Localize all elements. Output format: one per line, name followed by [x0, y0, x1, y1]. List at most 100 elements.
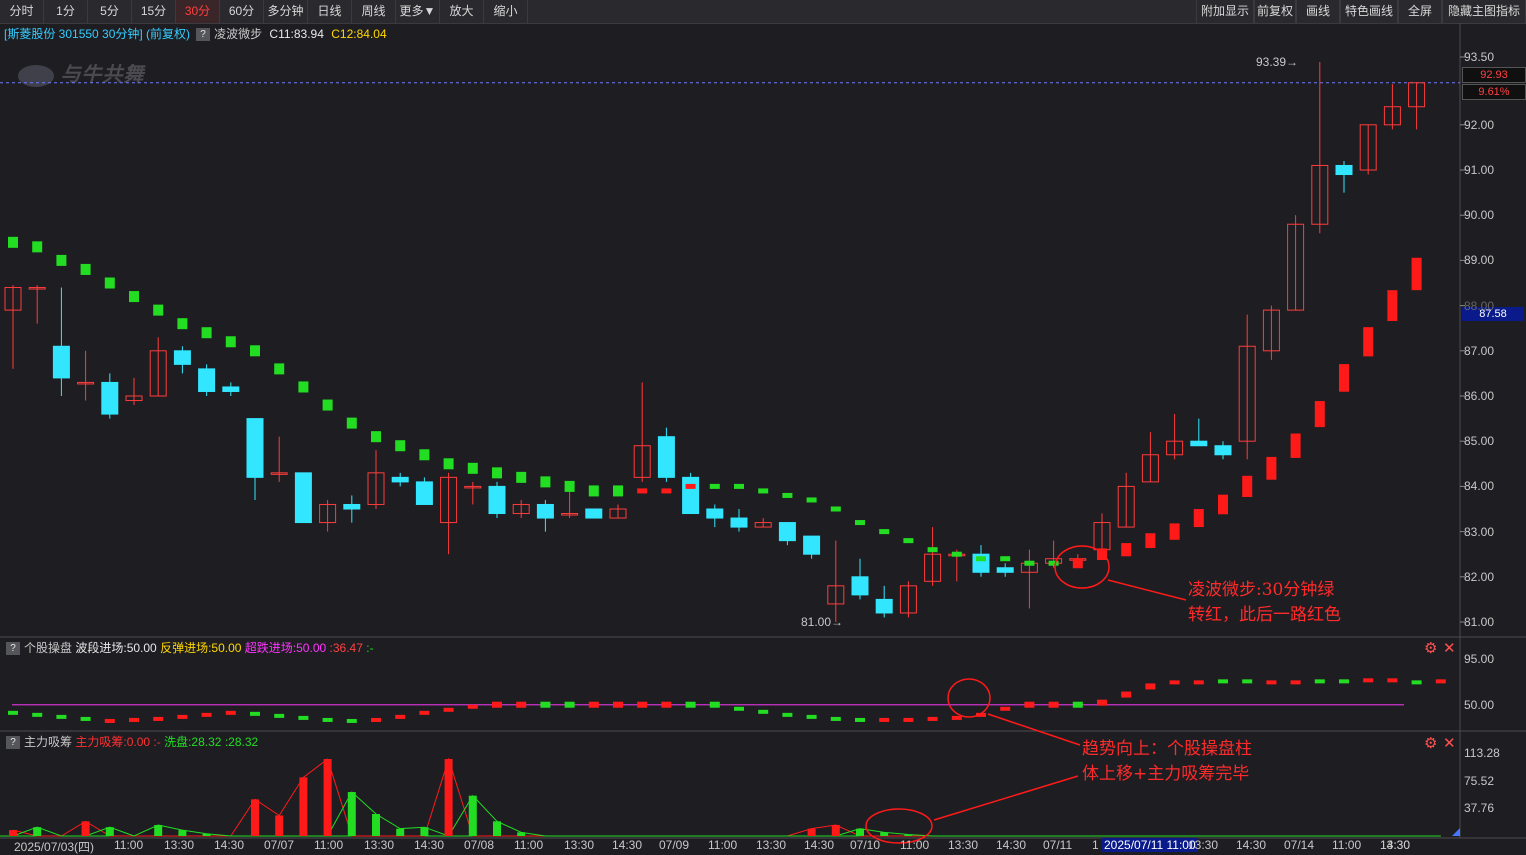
change-pct-box: 9.61% [1462, 84, 1526, 100]
panel2-name[interactable]: 个股操盘 [24, 641, 72, 655]
panel2-marker [274, 713, 285, 718]
lbwb-marker [419, 449, 430, 461]
y-tick-label: 87.00 [1464, 343, 1495, 358]
lbwb-marker [1266, 456, 1277, 480]
panel2-marker [1145, 683, 1156, 690]
panel2-marker [129, 717, 139, 722]
panel3-header: ? 主力吸筹 主力吸筹:0.00 :- 洗盘:28.32 :28.32 [0, 733, 258, 751]
lbwb-marker [1290, 433, 1301, 458]
panel3-name[interactable]: 主力吸筹 [24, 735, 72, 749]
close-icon[interactable]: ✕ [1443, 641, 1457, 656]
lbwb-marker [976, 556, 986, 562]
low-marker: 81.00→ [801, 615, 843, 629]
panel2-value: :36.47 [329, 641, 363, 655]
y-tick-label: 113.28 [1464, 746, 1500, 760]
lbwb-marker [322, 399, 333, 411]
candle-body [488, 485, 506, 515]
panel2-marker [588, 701, 599, 708]
candle-body [996, 567, 1014, 573]
wash-bar [468, 795, 477, 836]
wash-bar [33, 827, 42, 836]
high-value: 93.39 [1256, 55, 1287, 69]
y-tick-label: 37.76 [1464, 801, 1495, 816]
wash-value: 洗盘:28.32 [164, 735, 222, 749]
main-absorb-value: 主力吸筹:0.00 [75, 735, 151, 749]
candle-body [1214, 445, 1232, 456]
lbwb-marker [685, 483, 696, 489]
wash-bar [517, 832, 526, 836]
panel2-marker [1339, 679, 1349, 684]
panel2-marker [1266, 680, 1277, 685]
panel2-marker [346, 718, 357, 723]
main-absorb-bar [251, 799, 259, 836]
wash-bar [347, 792, 356, 836]
lbwb-marker [153, 304, 164, 316]
lbwb-marker [782, 492, 793, 498]
lbwb-marker [1218, 494, 1228, 515]
lbwb-marker [516, 471, 527, 483]
lbwb-marker [371, 431, 381, 443]
current-price-box: 92.93 [1462, 67, 1526, 83]
panel2-marker [1314, 679, 1325, 684]
close-icon[interactable]: ✕ [1443, 736, 1457, 751]
y-tick-label: 82.00 [1464, 569, 1495, 584]
lbwb-marker [1048, 560, 1059, 566]
wash-bar [396, 828, 405, 836]
panel2-marker [201, 712, 212, 717]
x-tick-label: 11:00 [708, 838, 738, 852]
y-tick-label: 95.00 [1464, 652, 1495, 666]
y-tick-label: 89.00 [1464, 253, 1495, 268]
candle-body [585, 508, 603, 519]
panel2-marker [1411, 680, 1422, 685]
panel2-marker [1435, 679, 1446, 684]
lbwb-marker [1242, 475, 1253, 497]
lbwb-marker [564, 480, 575, 492]
wash-line [12, 791, 1441, 837]
panel2-marker [806, 714, 817, 719]
main-absorb-bar [9, 830, 17, 836]
candle-body [246, 418, 264, 478]
panel2-marker [516, 701, 527, 708]
panel2-marker [830, 716, 841, 721]
candle-body [198, 368, 216, 392]
settings-gear-icon[interactable]: ⚙ [1424, 736, 1438, 751]
candle-body [657, 436, 675, 478]
lbwb-marker [32, 241, 43, 253]
lbwb-marker [1145, 533, 1156, 549]
help-icon[interactable]: ? [6, 642, 20, 656]
candle-body [778, 522, 796, 542]
x-tick-label: 14:30 [1380, 838, 1411, 852]
lbwb-marker [637, 488, 648, 494]
x-tick-label: 07/11 [1043, 838, 1073, 852]
x-tick-label: 11:00 [1332, 838, 1362, 852]
annotation-line: 转红，此后一路红色 [1188, 605, 1341, 625]
y-tick-label: 88.00 [1464, 298, 1495, 313]
wash-bar [493, 821, 501, 836]
panel2-marker [371, 717, 381, 722]
lbwb-marker [395, 440, 406, 452]
wash-bar [856, 828, 864, 836]
main-absorb-bar [831, 825, 840, 836]
x-tick-label: 14:30 [996, 838, 1027, 852]
panel2-marker [1121, 691, 1132, 698]
settings-gear-icon[interactable]: ⚙ [1424, 641, 1438, 656]
lbwb-marker [129, 291, 139, 303]
wave-entry: 波段进场:50.00 [75, 641, 157, 655]
panel2-marker [1169, 680, 1180, 685]
x-tick-label: 11:00 [514, 838, 544, 852]
panel2-marker [298, 715, 309, 720]
lbwb-marker [467, 462, 478, 474]
panel2-marker [250, 711, 260, 716]
high-marker: 93.39→ [1256, 55, 1298, 69]
help-icon[interactable]: ? [6, 736, 20, 750]
candle-body [682, 476, 700, 515]
arrow-right-icon: → [831, 615, 844, 629]
panel2-marker [322, 717, 333, 722]
panel2-marker [492, 701, 502, 708]
candle-body [536, 503, 554, 519]
chart-canvas[interactable] [0, 0, 1526, 855]
annotation-line: 体上移+主力吸筹完毕 [1082, 764, 1250, 784]
candle-body [343, 503, 361, 510]
main-absorb-bar [444, 759, 453, 836]
lbwb-marker [1000, 556, 1011, 562]
